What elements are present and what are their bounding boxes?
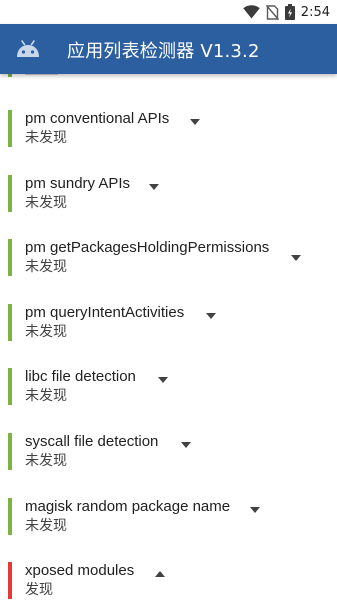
status-indicator-bar bbox=[8, 368, 12, 405]
page-title: 应用列表检测器 V1.3.2 bbox=[67, 41, 260, 62]
detection-list[interactable]: pm conventional APIs 未发现 pm sundry APIs 未发现… bbox=[0, 74, 337, 600]
list-item[interactable]: libc file detection 未发现 bbox=[0, 368, 337, 418]
list-item[interactable]: syscall file detection 未发现 bbox=[0, 433, 337, 483]
wifi-icon bbox=[243, 5, 260, 19]
chevron-down-icon[interactable] bbox=[291, 255, 301, 261]
previous-item-edge bbox=[8, 74, 58, 77]
status-indicator-bar bbox=[8, 239, 12, 276]
clock: 2:54 bbox=[300, 4, 330, 20]
status-bar: 2:54 bbox=[0, 0, 337, 24]
item-title: pm conventional APIs bbox=[25, 110, 170, 127]
status-indicator-bar bbox=[8, 562, 12, 599]
item-status: 未发现 bbox=[25, 259, 67, 275]
status-icons: 2:54 bbox=[243, 4, 330, 20]
android-icon bbox=[17, 40, 39, 57]
list-item[interactable]: xposed modules 发现 bbox=[0, 562, 337, 600]
item-status: 未发现 bbox=[25, 195, 67, 211]
battery-icon bbox=[284, 4, 295, 20]
item-title: pm getPackagesHoldingPermissions bbox=[25, 239, 270, 256]
item-title: magisk random package name bbox=[25, 498, 231, 515]
chevron-down-icon[interactable] bbox=[181, 442, 191, 448]
item-title: pm queryIntentActivities bbox=[25, 304, 185, 321]
status-indicator-bar bbox=[8, 433, 12, 470]
list-item[interactable]: pm queryIntentActivities 未发现 bbox=[0, 304, 337, 354]
app-toolbar: 应用列表检测器 V1.3.2 bbox=[0, 24, 337, 74]
item-status: 未发现 bbox=[25, 453, 67, 469]
item-title: xposed modules bbox=[25, 562, 135, 579]
item-status: 发现 bbox=[25, 582, 53, 598]
list-item[interactable]: magisk random package name 未发现 bbox=[0, 498, 337, 548]
no-sim-icon bbox=[265, 4, 279, 20]
list-item[interactable]: pm sundry APIs 未发现 bbox=[0, 175, 337, 225]
status-indicator-bar bbox=[8, 498, 12, 535]
item-status: 未发现 bbox=[25, 518, 67, 534]
item-status: 未发现 bbox=[25, 388, 67, 404]
chevron-down-icon[interactable] bbox=[149, 184, 159, 190]
item-title: syscall file detection bbox=[25, 433, 159, 450]
chevron-up-icon[interactable] bbox=[155, 571, 165, 577]
item-status: 未发现 bbox=[25, 324, 67, 340]
status-indicator-bar bbox=[8, 175, 12, 212]
status-indicator-bar bbox=[8, 304, 12, 341]
chevron-down-icon[interactable] bbox=[190, 119, 200, 125]
chevron-down-icon[interactable] bbox=[158, 377, 168, 383]
item-status: 未发现 bbox=[25, 130, 67, 146]
chevron-down-icon[interactable] bbox=[206, 313, 216, 319]
list-item[interactable]: pm getPackagesHoldingPermissions 未发现 bbox=[0, 239, 337, 289]
chevron-down-icon[interactable] bbox=[250, 507, 260, 513]
list-item[interactable]: pm conventional APIs 未发现 bbox=[0, 110, 337, 160]
item-title: pm sundry APIs bbox=[25, 175, 131, 192]
status-indicator-bar bbox=[8, 110, 12, 147]
item-title: libc file detection bbox=[25, 368, 136, 385]
